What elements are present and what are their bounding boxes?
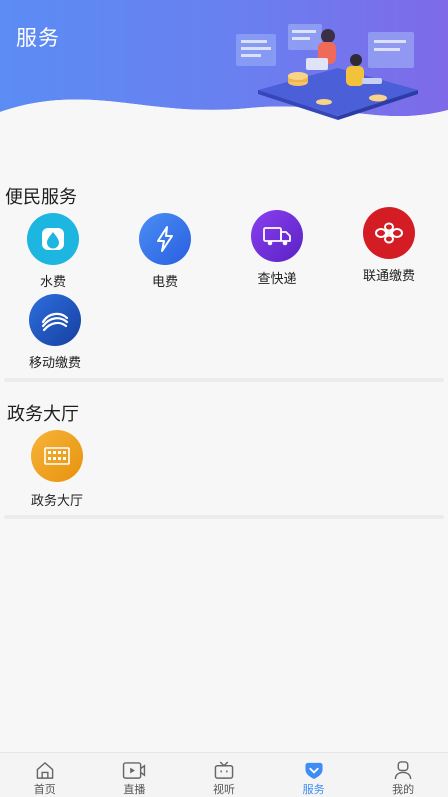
- delivery-truck-icon: [251, 210, 303, 262]
- tab-mine[interactable]: 我的: [358, 753, 448, 797]
- header-banner: 服务: [0, 0, 448, 135]
- unicom-payment-service[interactable]: 联通缴费: [339, 207, 439, 284]
- government-hall-label: 政务大厅: [30, 494, 83, 509]
- user-icon: [394, 761, 412, 780]
- water-bill-service[interactable]: 水费: [3, 213, 103, 290]
- tab-home-label: 首页: [33, 783, 56, 796]
- section-divider: [4, 378, 444, 382]
- china-mobile-logo-icon: [29, 294, 81, 346]
- electricity-bill-label: 电费: [151, 275, 178, 290]
- express-tracking-service[interactable]: 查快递: [227, 210, 327, 287]
- tab-audiovisual-label: 视听: [212, 783, 235, 796]
- tab-home[interactable]: 首页: [0, 753, 90, 797]
- tab-live-label: 直播: [123, 783, 146, 796]
- electricity-bill-service[interactable]: 电费: [115, 213, 215, 290]
- section-divider: [4, 515, 444, 519]
- bottom-tab-bar: 首页 直播 视听 服务 我的: [0, 752, 448, 797]
- water-drop-icon: [27, 213, 79, 265]
- tab-audiovisual[interactable]: 视听: [179, 753, 269, 797]
- tab-mine-label: 我的: [392, 783, 415, 796]
- header-illustration: [236, 24, 418, 120]
- government-hall-icon: [31, 430, 83, 482]
- express-tracking-label: 查快递: [257, 272, 297, 287]
- unicom-payment-label: 联通缴费: [362, 269, 415, 284]
- tab-service[interactable]: 服务: [269, 753, 359, 797]
- water-bill-label: 水费: [39, 275, 66, 290]
- mobile-payment-service[interactable]: 移动缴费: [5, 294, 105, 371]
- home-icon: [36, 762, 54, 779]
- lightning-icon: [139, 213, 191, 265]
- section-title-government: 政务大厅: [7, 404, 79, 425]
- tab-service-label: 服务: [302, 783, 325, 796]
- section-title-convenience: 便民服务: [5, 187, 77, 208]
- government-hall-service[interactable]: 政务大厅: [7, 430, 107, 509]
- china-unicom-logo-icon: [363, 207, 415, 259]
- mobile-payment-label: 移动缴费: [28, 356, 81, 371]
- page-title: 服务: [16, 26, 60, 50]
- tab-live[interactable]: 直播: [90, 753, 180, 797]
- service-icon: [305, 762, 323, 780]
- live-video-icon: [123, 762, 146, 779]
- tv-icon: [214, 761, 234, 779]
